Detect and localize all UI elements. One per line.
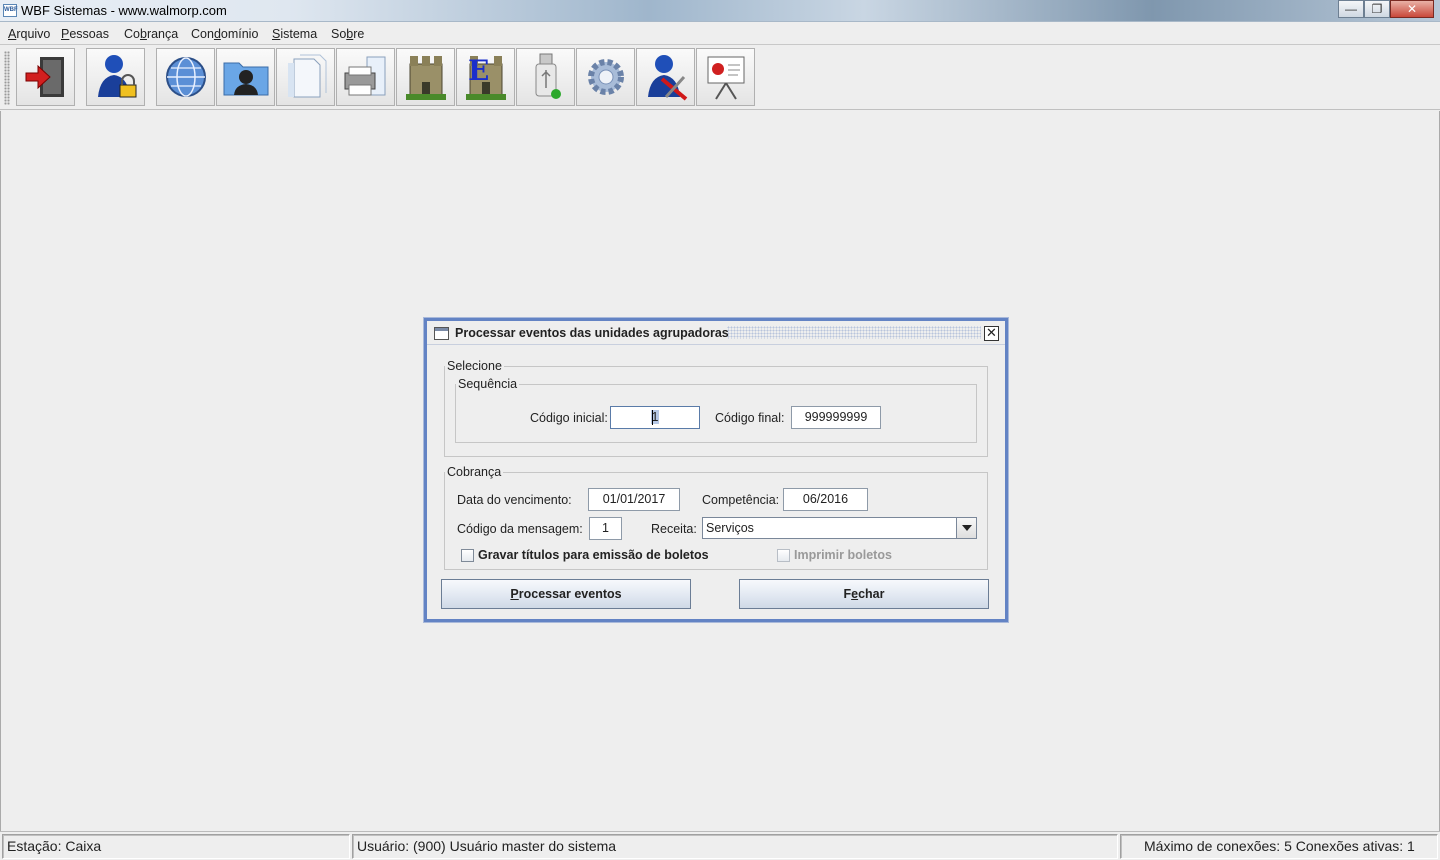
status-usuario: Usuário: (900) Usuário master do sistema [352,834,1118,859]
toolbar-grip[interactable] [4,51,10,105]
exit-button[interactable] [16,48,75,106]
castle-icon [405,56,446,100]
menu-condominio[interactable]: Condomínio [191,27,258,41]
menu-cobranca[interactable]: Cobrança [124,27,178,41]
dialog-title: Processar eventos das unidades agrupador… [455,326,729,340]
status-conexoes: Máximo de conexões: 5 Conexões ativas: 1 [1120,834,1438,859]
codigo-final-input[interactable]: 999999999 [791,406,881,429]
dialog-close-button[interactable]: ✕ [984,326,999,341]
codigo-mensagem-label: Código da mensagem: [457,522,583,536]
exit-door-icon [25,57,64,97]
user-tools-icon [647,55,687,101]
menu-label-prefix: Con [191,27,214,41]
contacts-button[interactable] [216,48,275,106]
receita-select[interactable]: Serviços [702,517,977,539]
codigo-mensagem-input[interactable]: 1 [589,517,622,540]
window-title-bar[interactable]: WBF WBF Sistemas - www.walmorp.com — ❐ ✕ [0,0,1440,22]
selecione-legend: Selecione [447,359,502,373]
imprimir-boletos-checkbox [777,549,790,562]
menu-mnemonic: d [213,27,221,41]
minimize-button[interactable]: — [1338,0,1364,18]
app-icon: WBF [3,4,18,17]
competencia-input[interactable]: 06/2016 [783,488,868,511]
condominium-events-button[interactable]: E [456,48,515,106]
sequencia-legend: Sequência [458,377,518,391]
print-button[interactable] [336,48,395,106]
user-access-button[interactable] [86,48,145,106]
globe-icon [165,57,206,97]
button-label: rocessar eventos [518,587,622,601]
fechar-button[interactable]: Fechar [739,579,989,609]
documents-icon [287,54,326,98]
receita-label: Receita: [651,522,697,536]
castle-e-icon: E [465,54,506,100]
menu-label: rquivo [16,27,51,41]
processar-eventos-dialog: Processar eventos das unidades agrupador… [424,318,1008,622]
status-estacao: Estação: Caixa [2,834,350,859]
close-window-button[interactable]: ✕ [1390,0,1434,18]
castle-letter: E [468,54,489,87]
user-tools-button[interactable] [636,48,695,106]
window-controls: — ❐ ✕ [1338,0,1434,18]
cobranca-legend: Cobrança [447,465,502,479]
competencia-label: Competência: [702,493,780,507]
restore-button[interactable]: ❐ [1364,0,1390,18]
user-lock-icon [97,55,136,98]
button-mnemonic: P [510,587,519,601]
menu-label: istema [280,27,318,41]
internet-button[interactable] [156,48,215,106]
data-vencimento-input[interactable]: 01/01/2017 [588,488,680,511]
usb-drive-icon [535,53,561,99]
menu-mnemonic: b [139,27,147,41]
button-label: char [858,587,885,601]
menu-pessoas[interactable]: Pessoas [61,27,109,41]
processar-eventos-button[interactable]: Processar eventos [441,579,691,609]
chevron-down-icon[interactable] [956,518,976,538]
sequencia-group: Sequência [455,377,977,443]
dialog-title-bar[interactable]: Processar eventos das unidades agrupador… [427,321,1005,345]
codigo-final-label: Código final: [715,411,785,425]
codigo-inicial-input[interactable]: 1 [610,406,700,429]
menu-label-prefix: So [331,27,347,41]
menu-label: re [353,27,365,41]
button-label-prefix: F [843,587,852,601]
imprimir-boletos-label: Imprimir boletos [794,548,892,562]
toolbar: E [0,46,1440,110]
backup-usb-button[interactable] [516,48,575,106]
menu-arquivo[interactable]: Arquivo [8,27,50,41]
codigo-inicial-label: Código inicial: [530,411,608,425]
menu-sistema[interactable]: Sistema [272,27,317,41]
settings-button[interactable] [576,48,635,106]
receita-selected-value: Serviços [706,521,754,535]
presentation-button[interactable] [696,48,755,106]
menu-label: omínio [220,27,259,41]
condominium-button[interactable] [396,48,455,106]
window-title: WBF Sistemas - www.walmorp.com [21,3,227,18]
codigo-inicial-value: 1 [650,410,660,424]
menu-label: essoas [69,27,109,41]
window-icon [434,327,449,340]
menu-label-prefix: Co [124,27,140,41]
status-bar: Estação: Caixa Usuário: (900) Usuário ma… [0,831,1440,860]
printer-icon [344,56,385,96]
data-vencimento-label: Data do vencimento: [457,493,572,507]
menu-sobre[interactable]: Sobre [331,27,364,41]
menu-bar: Arquivo Pessoas Cobrança Condomínio Sist… [0,23,1440,45]
documents-button[interactable] [276,48,335,106]
title-bar-pattern [727,326,981,339]
gravar-titulos-label[interactable]: Gravar títulos para emissão de boletos [478,548,709,562]
gravar-titulos-checkbox[interactable] [461,549,474,562]
contacts-folder-icon [223,62,268,96]
gear-icon [587,59,624,95]
menu-label: rança [146,27,179,41]
presentation-board-icon [707,56,744,100]
